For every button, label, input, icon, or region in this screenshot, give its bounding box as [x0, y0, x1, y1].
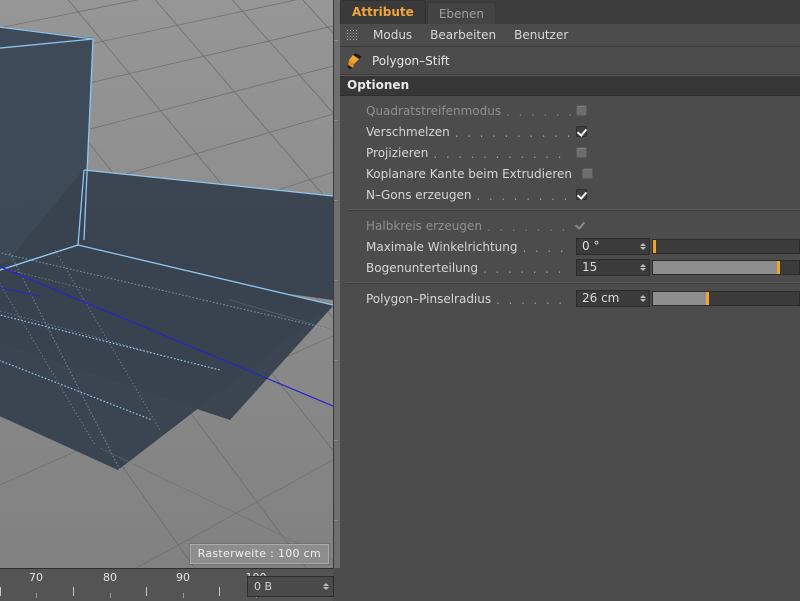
option-row-ngons-erzeugen[interactable]: N–Gons erzeugen . . . . . . . . . . . . … — [340, 184, 800, 205]
object-title-row[interactable]: Polygon–Stift — [340, 47, 800, 75]
input-value: 0 ° — [577, 239, 636, 254]
option-label: Bogenunterteilung — [366, 261, 478, 275]
input-polygon-pinselradius[interactable]: 26 cm — [576, 290, 650, 307]
option-label: Halbkreis erzeugen — [366, 219, 482, 233]
option-label: Polygon–Pinselradius — [366, 292, 491, 306]
section-header-optionen[interactable]: Optionen — [340, 75, 800, 96]
option-label: Quadratstreifenmodus — [366, 104, 501, 118]
option-row-projizieren[interactable]: Projizieren . . . . . . . . . . . . . . … — [340, 142, 800, 163]
slider-polygon-pinselradius[interactable] — [652, 291, 800, 306]
option-row-bogenunterteilung[interactable]: Bogenunterteilung . . . . . . . . . . . … — [340, 257, 800, 278]
divider — [348, 282, 800, 284]
drag-grip-icon[interactable] — [346, 29, 358, 41]
option-row-maximale-winkelrichtung[interactable]: Maximale Winkelrichtung . . . . . . . . … — [340, 236, 800, 257]
menu-item-modus[interactable]: Modus — [364, 24, 421, 46]
option-row-polygon-pinselradius[interactable]: Polygon–Pinselradius . . . . . . . . . .… — [340, 288, 800, 309]
leader-dots: . . . . . . . . . . — [506, 105, 571, 117]
option-row-halbkreis-erzeugen[interactable]: Halbkreis erzeugen . . . . . . . . . . .… — [340, 215, 800, 236]
grid-size-label: Rasterweite : 100 cm — [190, 544, 329, 564]
ruler-label: 80 — [103, 571, 117, 584]
option-label: Maximale Winkelrichtung — [366, 240, 518, 254]
memory-usage-field[interactable]: 0 B — [247, 576, 334, 597]
menu-item-bearbeiten[interactable]: Bearbeiten — [421, 24, 505, 46]
polygon-pen-icon — [346, 52, 364, 70]
input-value: 15 — [577, 260, 636, 275]
option-label: Koplanare Kante beim Extrudieren — [366, 167, 572, 181]
checkbox-ngons-erzeugen[interactable] — [576, 189, 587, 200]
option-row-verschmelzen[interactable]: Verschmelzen . . . . . . . . . . . . . .… — [340, 121, 800, 142]
menu-item-benutzer[interactable]: Benutzer — [505, 24, 577, 46]
attribute-panel: Attribute Ebenen Modus Bearbeiten Benutz… — [340, 0, 800, 600]
leader-dots: . . . . . . . . . . . . . — [487, 220, 571, 232]
ruler-label: 90 — [176, 571, 190, 584]
panel-menubar: Modus Bearbeiten Benutzer — [340, 24, 800, 47]
leader-dots: . . . . . . . . . . . . . — [483, 262, 571, 274]
input-value: 26 cm — [577, 291, 636, 306]
leader-dots: . . . . . . . . — [523, 241, 572, 253]
app-root: Rasterweite : 100 cm 70 80 90 100 0 B At… — [0, 0, 800, 600]
option-label: Projizieren — [366, 146, 428, 160]
option-label: Verschmelzen — [366, 125, 450, 139]
slider-maximale-winkelrichtung[interactable] — [652, 239, 800, 254]
tab-ebenen[interactable]: Ebenen — [427, 2, 496, 24]
divider — [348, 209, 800, 211]
options-rows: Quadratstreifenmodus . . . . . . . . . .… — [340, 96, 800, 309]
leader-dots: . . . . . . . . . . . — [496, 293, 571, 305]
spinner-updown-icon[interactable] — [636, 260, 649, 275]
checkbox-projizieren[interactable] — [576, 147, 587, 158]
ruler-corner — [333, 568, 340, 600]
spinner-updown-icon[interactable] — [319, 583, 333, 590]
viewport-3d[interactable]: Rasterweite : 100 cm — [0, 0, 333, 568]
viewport-scene — [0, 0, 333, 568]
input-maximale-winkelrichtung[interactable]: 0 ° — [576, 238, 650, 255]
leader-dots: . . . . . . . . . . . . . — [477, 189, 572, 201]
checkbox-koplanare-kante[interactable] — [582, 168, 593, 179]
spinner-updown-icon[interactable] — [636, 291, 649, 306]
option-row-koplanare-kante[interactable]: Koplanare Kante beim Extrudieren — [340, 163, 800, 184]
ruler-label: 70 — [29, 571, 43, 584]
checkbox-halbkreis-erzeugen[interactable] — [576, 220, 587, 231]
input-bogenunterteilung[interactable]: 15 — [576, 259, 650, 276]
checkbox-quadratstreifenmodus[interactable] — [576, 105, 587, 116]
memory-usage-value: 0 B — [248, 580, 319, 593]
leader-dots: . . . . . . . . . . . . . . . . . — [433, 147, 571, 159]
option-row-quadratstreifenmodus[interactable]: Quadratstreifenmodus . . . . . . . . . . — [340, 100, 800, 121]
checkbox-verschmelzen[interactable] — [576, 126, 587, 137]
object-title: Polygon–Stift — [372, 54, 450, 68]
panel-tabs: Attribute Ebenen — [340, 0, 800, 24]
tab-attribute[interactable]: Attribute — [340, 0, 426, 24]
slider-bogenunterteilung[interactable] — [652, 260, 800, 275]
option-label: N–Gons erzeugen — [366, 188, 472, 202]
spinner-updown-icon[interactable] — [636, 239, 649, 254]
leader-dots: . . . . . . . . . . . . . . . — [455, 126, 571, 138]
